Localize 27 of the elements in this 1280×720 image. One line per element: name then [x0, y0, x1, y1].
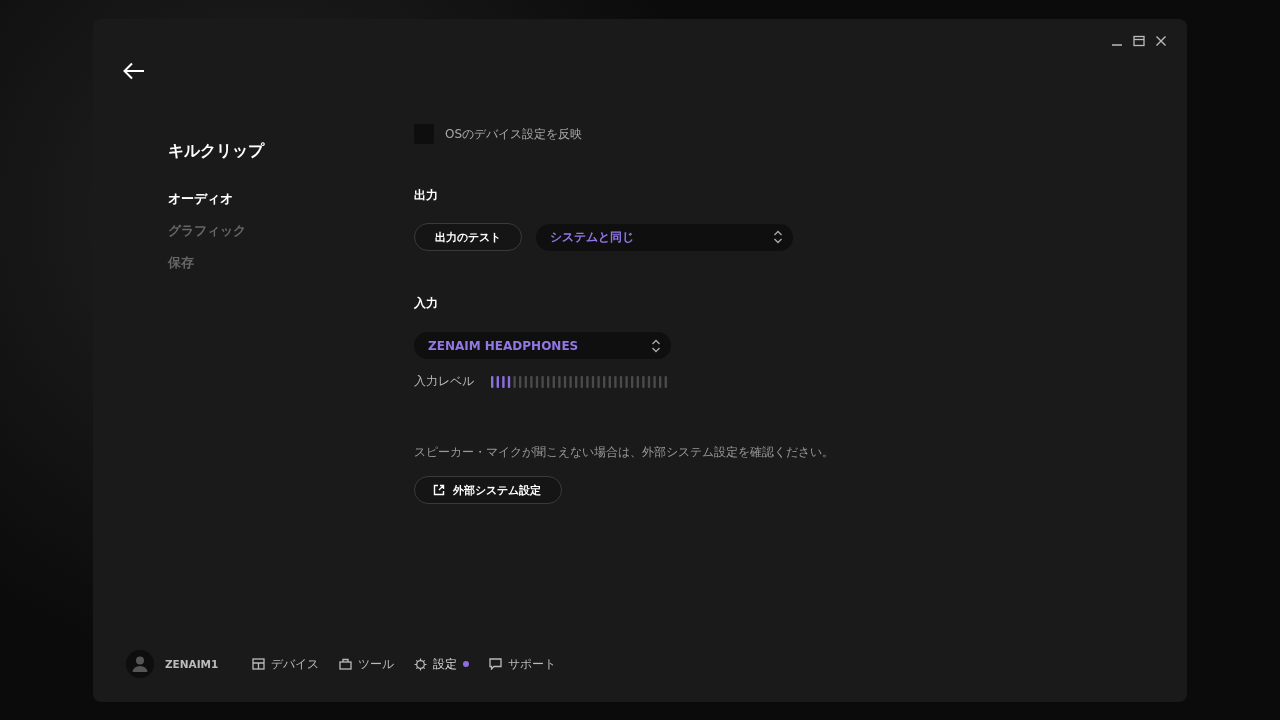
chat-icon: [489, 658, 503, 670]
input-device-dropdown[interactable]: ZENAIM HEADPHONES: [414, 332, 671, 359]
chevron-up-down-icon: [773, 230, 783, 244]
help-text: スピーカー・マイクが聞こえない場合は、外部システム設定を確認ください。: [414, 444, 834, 461]
panel-icon: [252, 658, 266, 670]
footer-nav-item[interactable]: 設定: [414, 655, 470, 673]
section-heading: 出力: [414, 187, 438, 204]
chevron-up-down-icon: [651, 338, 661, 353]
close-icon[interactable]: [1155, 35, 1167, 47]
back-arrow-icon[interactable]: [123, 62, 145, 80]
output-device-dropdown[interactable]: システムと同じ: [536, 223, 793, 251]
username: ZENAIM1: [165, 658, 219, 670]
footer-nav-item[interactable]: ツール: [339, 655, 395, 673]
external-settings-button[interactable]: 外部システム設定: [414, 476, 562, 504]
footer-nav-item[interactable]: サポート: [489, 655, 557, 673]
maximize-icon[interactable]: [1133, 35, 1145, 47]
external-link-icon: [433, 484, 445, 496]
toolbox-icon: [339, 658, 353, 670]
footer-nav-item[interactable]: デバイス: [252, 655, 320, 673]
input-level-label: 入力レベル: [414, 373, 474, 390]
checkbox-label: OSのデバイス設定を反映: [445, 125, 583, 143]
avatar-icon[interactable]: [126, 650, 154, 678]
section-heading: 入力: [414, 295, 438, 312]
sidebar-title: キルクリップ: [168, 141, 266, 162]
settings-icon: [414, 657, 428, 671]
sidebar-item[interactable]: オーディオ: [168, 190, 414, 208]
test-output-button[interactable]: 出力のテスト: [414, 223, 522, 251]
